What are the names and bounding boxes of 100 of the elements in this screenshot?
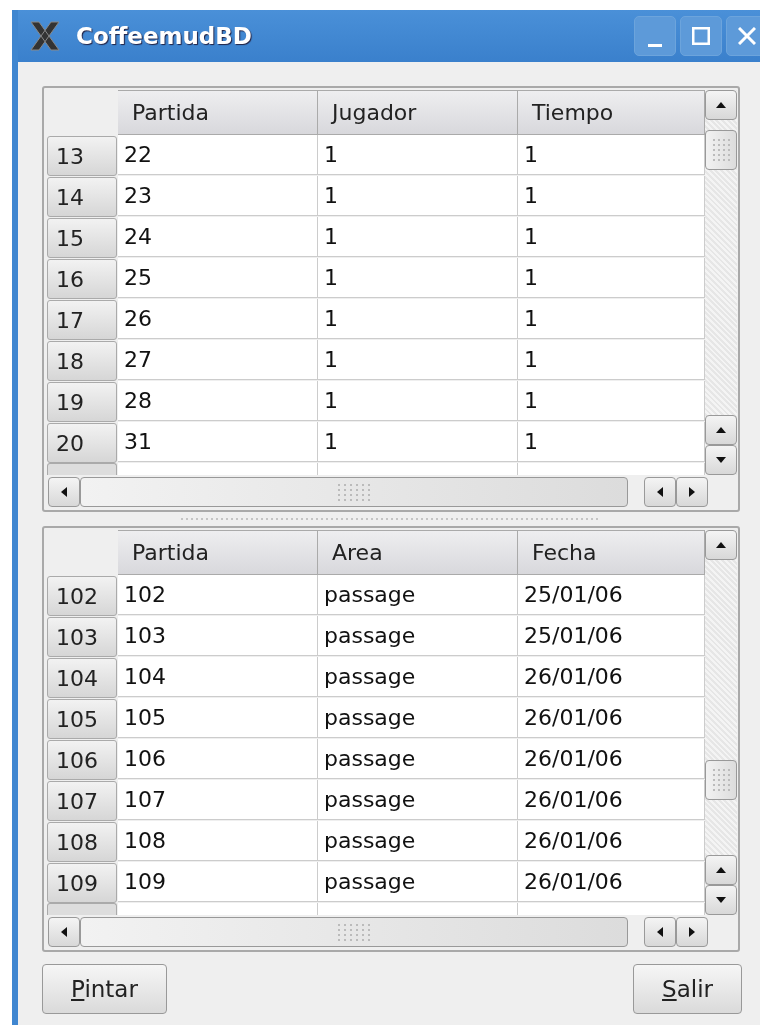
table-cell: passage xyxy=(318,821,518,861)
table-cell: 1 xyxy=(318,422,518,462)
table-cell: 25 xyxy=(118,258,318,298)
table-cell: 1 xyxy=(518,299,705,339)
row-header[interactable]: 103 xyxy=(47,617,117,657)
scroll-down-button[interactable] xyxy=(705,885,737,915)
maximize-button[interactable] xyxy=(680,16,722,56)
table-cell: 107 xyxy=(118,780,318,820)
table-cell: passage xyxy=(318,698,518,738)
table-cell: 109 xyxy=(118,862,318,902)
push-button[interactable]: Salir xyxy=(633,964,742,1014)
row-header[interactable]: 108 xyxy=(47,822,117,862)
scroll-up-button[interactable] xyxy=(705,530,737,560)
table-cell: 103 xyxy=(118,616,318,656)
table-cell: 1 xyxy=(518,340,705,380)
table-cell: 31 xyxy=(118,422,318,462)
column-header[interactable]: Jugador xyxy=(318,90,518,135)
table-cell: 23 xyxy=(118,176,318,216)
table-cell: passage xyxy=(318,739,518,779)
table-cell: 1 xyxy=(518,176,705,216)
table-cell: 22 xyxy=(118,135,318,175)
row-header[interactable]: 13 xyxy=(47,136,117,176)
scroll-left-button[interactable] xyxy=(48,476,80,507)
app-icon xyxy=(28,20,62,52)
minimize-button[interactable] xyxy=(634,16,676,56)
row-header[interactable]: 19 xyxy=(47,382,117,422)
row-header[interactable]: 16 xyxy=(47,259,117,299)
column-header[interactable]: Fecha xyxy=(518,530,705,575)
row-header[interactable]: 17 xyxy=(47,300,117,340)
table-cell: 1 xyxy=(518,217,705,257)
scroll-left-button[interactable] xyxy=(644,476,676,507)
scroll-thumb[interactable] xyxy=(705,130,737,170)
table-cell: 26 xyxy=(118,299,318,339)
scroll-up-button[interactable] xyxy=(705,855,737,885)
grip-icon xyxy=(337,481,371,502)
scroll-up-button[interactable] xyxy=(705,415,737,445)
table-cell: 26/01/06 xyxy=(518,780,705,820)
window-title: CoffeemudBD xyxy=(76,21,253,51)
scroll-right-button[interactable] xyxy=(676,916,708,947)
close-icon xyxy=(738,27,756,45)
table-cell: 26/01/06 xyxy=(518,739,705,779)
maximize-icon xyxy=(692,27,710,45)
scroll-left-button[interactable] xyxy=(48,916,80,947)
row-header[interactable]: 105 xyxy=(47,699,117,739)
table-cell: 1 xyxy=(318,135,518,175)
scroll-left-button[interactable] xyxy=(644,916,676,947)
column-header[interactable]: Tiempo xyxy=(518,90,705,135)
table-cell: 1 xyxy=(318,381,518,421)
table-cell: 1 xyxy=(318,217,518,257)
row-header[interactable]: 104 xyxy=(47,658,117,698)
table-cell: 102 xyxy=(118,575,318,615)
scroll-down-button[interactable] xyxy=(705,445,737,475)
grip-icon xyxy=(711,137,731,163)
table-cell: 25/01/06 xyxy=(518,616,705,656)
row-header[interactable]: 109 xyxy=(47,863,117,903)
table-cell: 27 xyxy=(118,340,318,380)
table-cell: passage xyxy=(318,657,518,697)
row-header[interactable]: 102 xyxy=(47,576,117,616)
grip-icon xyxy=(711,767,731,793)
row-header[interactable]: 20 xyxy=(47,423,117,463)
push-button[interactable]: Pintar xyxy=(42,964,167,1014)
table-cell: 1 xyxy=(318,176,518,216)
row-header[interactable]: 15 xyxy=(47,218,117,258)
table-cell: 1 xyxy=(318,258,518,298)
table-cell: 26/01/06 xyxy=(518,657,705,697)
grip-icon xyxy=(337,921,371,942)
column-header[interactable]: Partida xyxy=(118,530,318,575)
scroll-thumb[interactable] xyxy=(705,760,737,800)
table-cell: 28 xyxy=(118,381,318,421)
table-cell: 26/01/06 xyxy=(518,862,705,902)
table-cell: 1 xyxy=(518,381,705,421)
table-cell: passage xyxy=(318,575,518,615)
table-cell: 26/01/06 xyxy=(518,821,705,861)
splitter-handle[interactable] xyxy=(181,517,601,521)
table-cell: 1 xyxy=(518,258,705,298)
table-cell: 25/01/06 xyxy=(518,575,705,615)
row-header[interactable]: 18 xyxy=(47,341,117,381)
table-cell: 26/01/06 xyxy=(518,698,705,738)
table-cell: 1 xyxy=(318,299,518,339)
scroll-right-button[interactable] xyxy=(676,476,708,507)
table-cell: 105 xyxy=(118,698,318,738)
table-cell: 1 xyxy=(518,422,705,462)
row-header[interactable]: 106 xyxy=(47,740,117,780)
table-cell: 108 xyxy=(118,821,318,861)
scroll-thumb[interactable] xyxy=(80,916,628,947)
table-cell: 106 xyxy=(118,739,318,779)
table-cell: 1 xyxy=(318,340,518,380)
close-button[interactable] xyxy=(726,16,760,56)
scroll-up-button[interactable] xyxy=(705,90,737,120)
table-cell: passage xyxy=(318,862,518,902)
scroll-thumb[interactable] xyxy=(80,476,628,507)
table-cell: 1 xyxy=(518,135,705,175)
column-header[interactable]: Partida xyxy=(118,90,318,135)
minimize-icon xyxy=(648,43,662,47)
row-header[interactable]: 107 xyxy=(47,781,117,821)
table-cell: 104 xyxy=(118,657,318,697)
table-cell: 24 xyxy=(118,217,318,257)
row-header[interactable]: 14 xyxy=(47,177,117,217)
column-header[interactable]: Area xyxy=(318,530,518,575)
table-cell: passage xyxy=(318,780,518,820)
